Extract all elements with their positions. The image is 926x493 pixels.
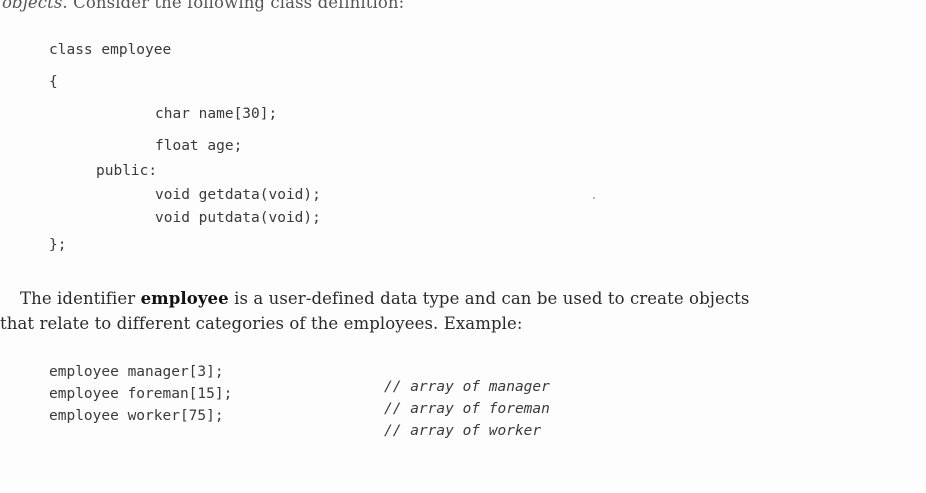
example-code-line-3: employee worker[75]; [49, 408, 224, 424]
code-line-3: char name[30]; [155, 106, 278, 122]
paragraph-line-2: that relate to different categories of t… [0, 314, 523, 333]
code-line-2: { [49, 74, 58, 90]
example-comment-2: // array of foreman [384, 400, 550, 417]
example-code-line-1: employee manager[3]; [49, 364, 224, 380]
paragraph-post: is a user-defined data type and can be u… [228, 289, 750, 308]
code-line-5: public: [96, 163, 158, 179]
example-comment-3: // array of worker [384, 422, 542, 439]
intro-line: objects. Consider the following class de… [2, 0, 404, 12]
intro-rest: Consider the following class definition: [67, 0, 405, 12]
paragraph-line-1: The identifier employee is a user-define… [20, 289, 749, 308]
intro-italic: objects. [2, 0, 68, 12]
paragraph-bold-identifier: employee [140, 289, 229, 308]
scan-speck [593, 197, 595, 199]
code-line-4: float age; [155, 138, 243, 154]
example-code-line-2: employee foreman[15]; [49, 386, 233, 402]
textbook-page: objects. Consider the following class de… [0, 0, 926, 493]
code-line-1: class employee [49, 42, 172, 58]
code-line-8: }; [49, 237, 67, 253]
example-comment-1: // array of manager [384, 378, 550, 395]
code-line-6: void getdata(void); [155, 187, 321, 203]
paragraph-pre: The identifier [20, 289, 141, 308]
code-line-7: void putdata(void); [155, 210, 321, 226]
